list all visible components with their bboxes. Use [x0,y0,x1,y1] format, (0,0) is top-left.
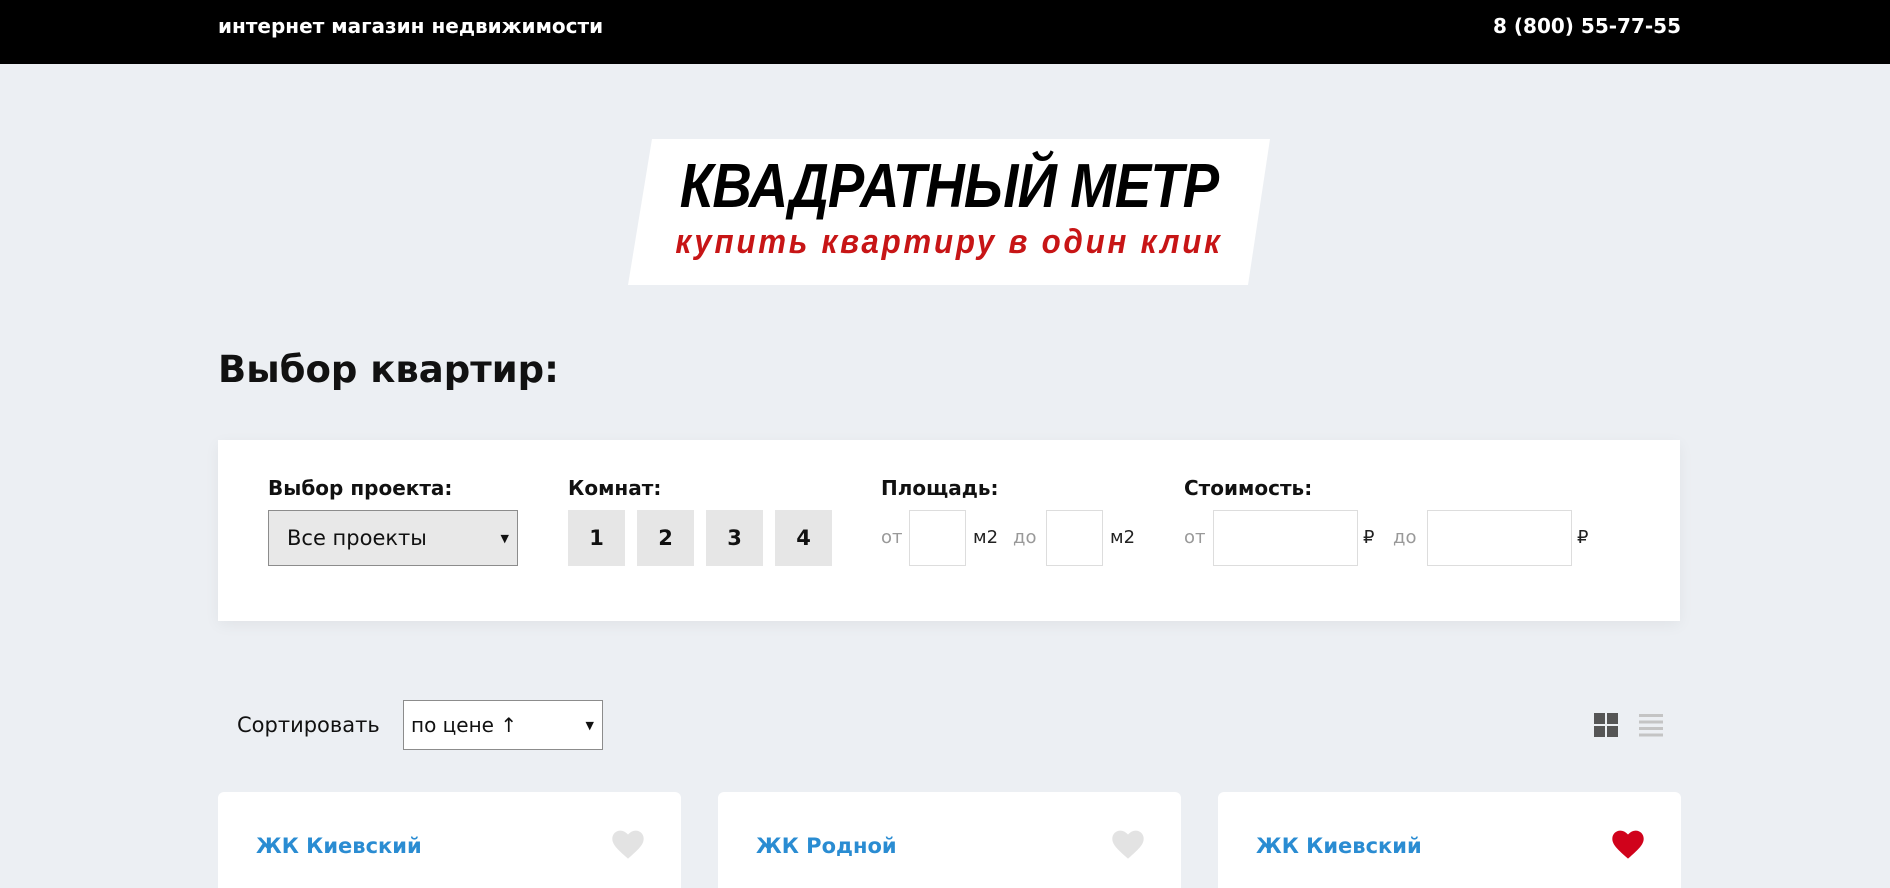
site-tagline: интернет магазин недвижимости [218,14,604,38]
project-card-title[interactable]: ЖК Киевский [1256,834,1422,858]
filter-panel: Выбор проекта: Все проекты ▼ Комнат: 1 2… [218,440,1680,621]
project-select-value: Все проекты [287,526,427,550]
list-view-icon[interactable] [1639,713,1663,737]
heart-icon[interactable] [1111,830,1145,860]
price-to-input[interactable] [1427,510,1572,566]
logo-subtitle: купить квартиру в один клик [675,223,1223,261]
grid-view-icon[interactable] [1594,713,1618,737]
chevron-down-icon: ▼ [585,719,594,732]
price-filter-label: Стоимость: [1184,476,1313,500]
price-to-label: до [1393,527,1417,548]
project-filter-label: Выбор проекта: [268,476,453,500]
page-title: Выбор квартир: [218,348,559,391]
rooms-filter-label: Комнат: [568,476,662,500]
sort-select-value: по цене ↑ [411,713,518,737]
heart-icon[interactable] [1611,830,1645,860]
project-card-title[interactable]: ЖК Киевский [256,834,422,858]
area-to-label: до [1013,527,1037,548]
project-card[interactable]: ЖК Киевский [218,792,681,888]
project-card-title[interactable]: ЖК Родной [756,834,897,858]
top-bar: интернет магазин недвижимости 8 (800) 55… [0,0,1890,64]
area-from-label: от [881,527,903,548]
price-from-label: от [1184,527,1206,548]
area-from-unit: м2 [973,527,999,548]
logo-title: КВАДРАТНЫЙ МЕТР [679,152,1219,221]
area-from-input[interactable] [909,510,966,566]
project-select[interactable]: Все проекты ▼ [268,510,518,566]
area-to-input[interactable] [1046,510,1103,566]
price-to-currency: ₽ [1577,527,1589,548]
price-from-currency: ₽ [1363,527,1375,548]
price-from-input[interactable] [1213,510,1358,566]
area-to-unit: м2 [1110,527,1136,548]
room-option-3[interactable]: 3 [706,510,763,566]
site-logo[interactable]: КВАДРАТНЫЙ МЕТР купить квартиру в один к… [628,139,1270,285]
area-filter-label: Площадь: [881,476,999,500]
chevron-down-icon: ▼ [500,532,509,545]
project-card[interactable]: ЖК Родной [718,792,1181,888]
room-option-1[interactable]: 1 [568,510,625,566]
phone-number[interactable]: 8 (800) 55-77-55 [1493,14,1681,38]
heart-icon[interactable] [611,830,645,860]
sort-label: Сортировать [237,713,380,737]
room-option-4[interactable]: 4 [775,510,832,566]
project-card[interactable]: ЖК Киевский [1218,792,1681,888]
room-option-2[interactable]: 2 [637,510,694,566]
sort-select[interactable]: по цене ↑ ▼ [403,700,603,750]
